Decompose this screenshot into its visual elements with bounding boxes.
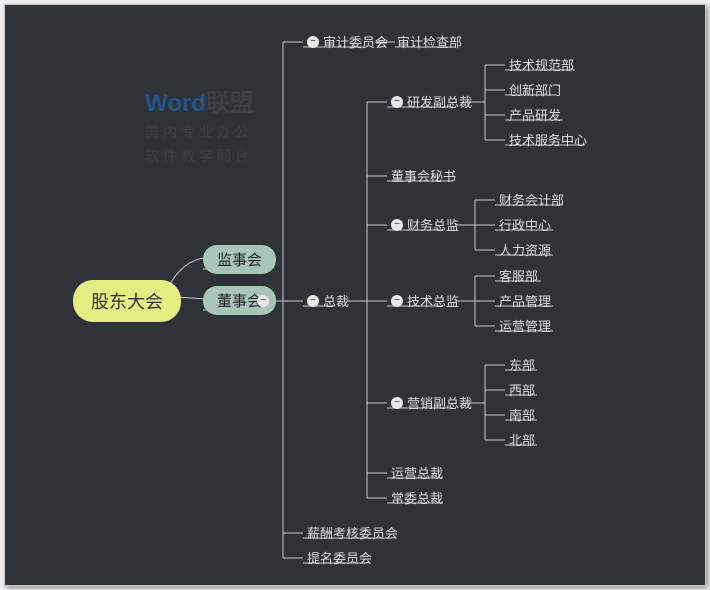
node-supervisory-board[interactable]: 监事会 [203, 245, 276, 274]
collapse-marker-icon[interactable]: − [391, 295, 403, 307]
watermark-sub-1: 国内专业办公 [145, 122, 254, 142]
watermark: Word联盟 国内专业办公 软件教学网台 [145, 83, 254, 166]
node-audit-inspection[interactable]: 审计检查部 [397, 32, 462, 51]
node-product-mgmt[interactable]: 产品管理 [499, 291, 551, 310]
node-president[interactable]: 总裁 [323, 291, 349, 310]
node-operations-president[interactable]: 运营总裁 [391, 463, 443, 482]
watermark-word-2: 联盟 [206, 90, 254, 117]
node-rnd-vp[interactable]: 研发副总裁 [407, 92, 472, 111]
node-south[interactable]: 南部 [509, 405, 535, 424]
node-hr[interactable]: 人力资源 [499, 240, 551, 259]
mindmap-canvas[interactable]: Word联盟 国内专业办公 软件教学网台 [4, 4, 706, 586]
collapse-marker-icon[interactable]: − [391, 96, 403, 108]
node-west[interactable]: 西部 [509, 380, 535, 399]
root-node[interactable]: 股东大会 [73, 280, 181, 322]
node-north[interactable]: 北部 [509, 430, 535, 449]
node-ops-mgmt[interactable]: 运营管理 [499, 316, 551, 335]
collapse-marker-icon[interactable]: − [307, 36, 319, 48]
node-customer-service[interactable]: 客服部 [499, 266, 538, 285]
node-admin-center[interactable]: 行政中心 [499, 215, 551, 234]
node-tech-spec-dept[interactable]: 技术规范部 [509, 55, 574, 74]
node-east[interactable]: 东部 [509, 355, 535, 374]
node-product-rnd[interactable]: 产品研发 [509, 105, 561, 124]
collapse-marker-icon[interactable]: − [307, 295, 319, 307]
node-board-secretary[interactable]: 董事会秘书 [391, 166, 456, 185]
node-finance-director[interactable]: 财务总监 [407, 215, 459, 234]
node-audit-committee[interactable]: 审计委员会 [323, 32, 388, 51]
collapse-marker-icon[interactable]: − [257, 295, 269, 307]
node-innovation-dept[interactable]: 创新部门 [509, 80, 561, 99]
watermark-sub-2: 软件教学网台 [145, 146, 254, 166]
watermark-word-1: Word [145, 90, 206, 117]
collapse-marker-icon[interactable]: − [391, 397, 403, 409]
collapse-marker-icon[interactable]: − [391, 219, 403, 231]
node-tech-director[interactable]: 技术总监 [407, 291, 459, 310]
node-standing-president[interactable]: 常委总裁 [391, 488, 443, 507]
node-sales-vp[interactable]: 营销副总裁 [407, 393, 472, 412]
node-tech-service-center[interactable]: 技术服务中心 [509, 130, 587, 149]
node-nomination-committee[interactable]: 提名委员会 [307, 548, 372, 567]
node-compensation-committee[interactable]: 薪酬考核委员会 [307, 523, 398, 542]
node-finance-accounting[interactable]: 财务会计部 [499, 190, 564, 209]
